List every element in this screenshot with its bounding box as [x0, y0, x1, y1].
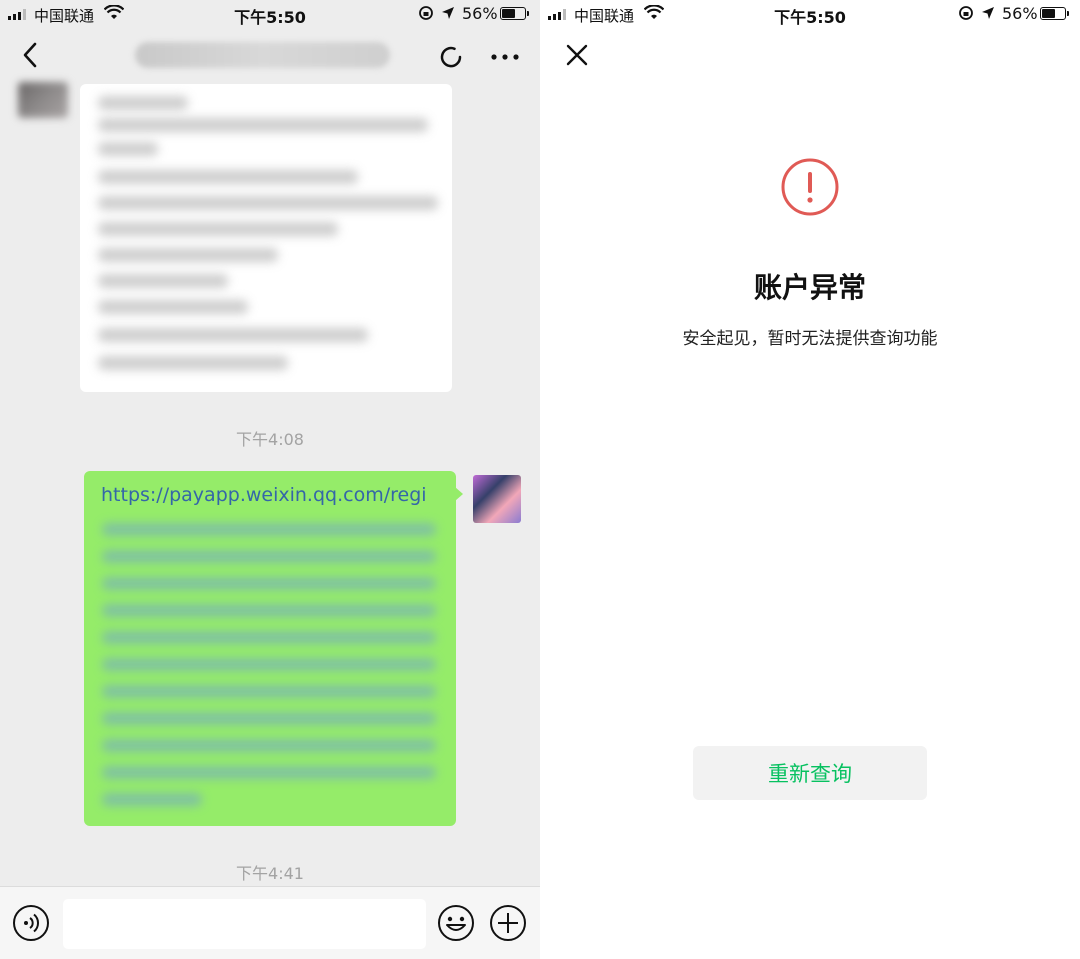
- location-icon: [442, 7, 454, 19]
- chat-title-redacted: [135, 42, 390, 68]
- retry-query-button[interactable]: 重新查询: [693, 746, 927, 800]
- message-timestamp: 下午4:41: [236, 864, 304, 883]
- account-error-screen: 中国联通 下午5:50 56% 账户异常 安全起见，暂时无法提供查询功能 重新查…: [540, 0, 1080, 959]
- orientation-lock-icon: [959, 6, 973, 20]
- status-bar: 中国联通 下午5:50 56%: [0, 0, 540, 28]
- error-description: 安全起见，暂时无法提供查询功能: [682, 329, 938, 349]
- location-icon: [982, 7, 994, 19]
- page-title: 账户异常: [753, 271, 866, 304]
- warning-circle-icon: [781, 158, 839, 216]
- more-icon[interactable]: [488, 42, 522, 72]
- message-timestamp: 下午4:08: [236, 430, 304, 449]
- status-time: 下午5:50: [234, 8, 306, 27]
- battery-percent: 56%: [462, 4, 498, 23]
- close-icon[interactable]: [562, 40, 592, 70]
- contact-avatar[interactable]: [18, 82, 68, 118]
- self-avatar[interactable]: [473, 475, 521, 523]
- orientation-lock-icon: [419, 6, 433, 20]
- message-input[interactable]: [63, 899, 426, 949]
- incoming-message-bubble[interactable]: [80, 84, 452, 392]
- emoji-icon[interactable]: [437, 904, 475, 942]
- chat-header: [0, 28, 540, 84]
- battery-icon: [500, 7, 529, 20]
- battery-icon: [1040, 7, 1069, 20]
- status-time: 下午5:50: [774, 8, 846, 27]
- voice-icon[interactable]: [12, 904, 50, 942]
- status-bar: 中国联通 下午5:50 56%: [540, 0, 1080, 28]
- chat-input-bar: [0, 886, 540, 959]
- outgoing-message-bubble[interactable]: https://payapp.weixin.qq.com/regi: [84, 471, 463, 826]
- plus-icon[interactable]: [489, 904, 527, 942]
- chevron-left-icon[interactable]: [16, 38, 46, 72]
- battery-percent: 56%: [1002, 4, 1038, 23]
- message-link[interactable]: https://payapp.weixin.qq.com/regi: [101, 484, 427, 506]
- refresh-icon[interactable]: [436, 42, 466, 72]
- chat-screen: 中国联通 下午5:50 56% 下午4:08 https://payapp.we…: [0, 0, 540, 959]
